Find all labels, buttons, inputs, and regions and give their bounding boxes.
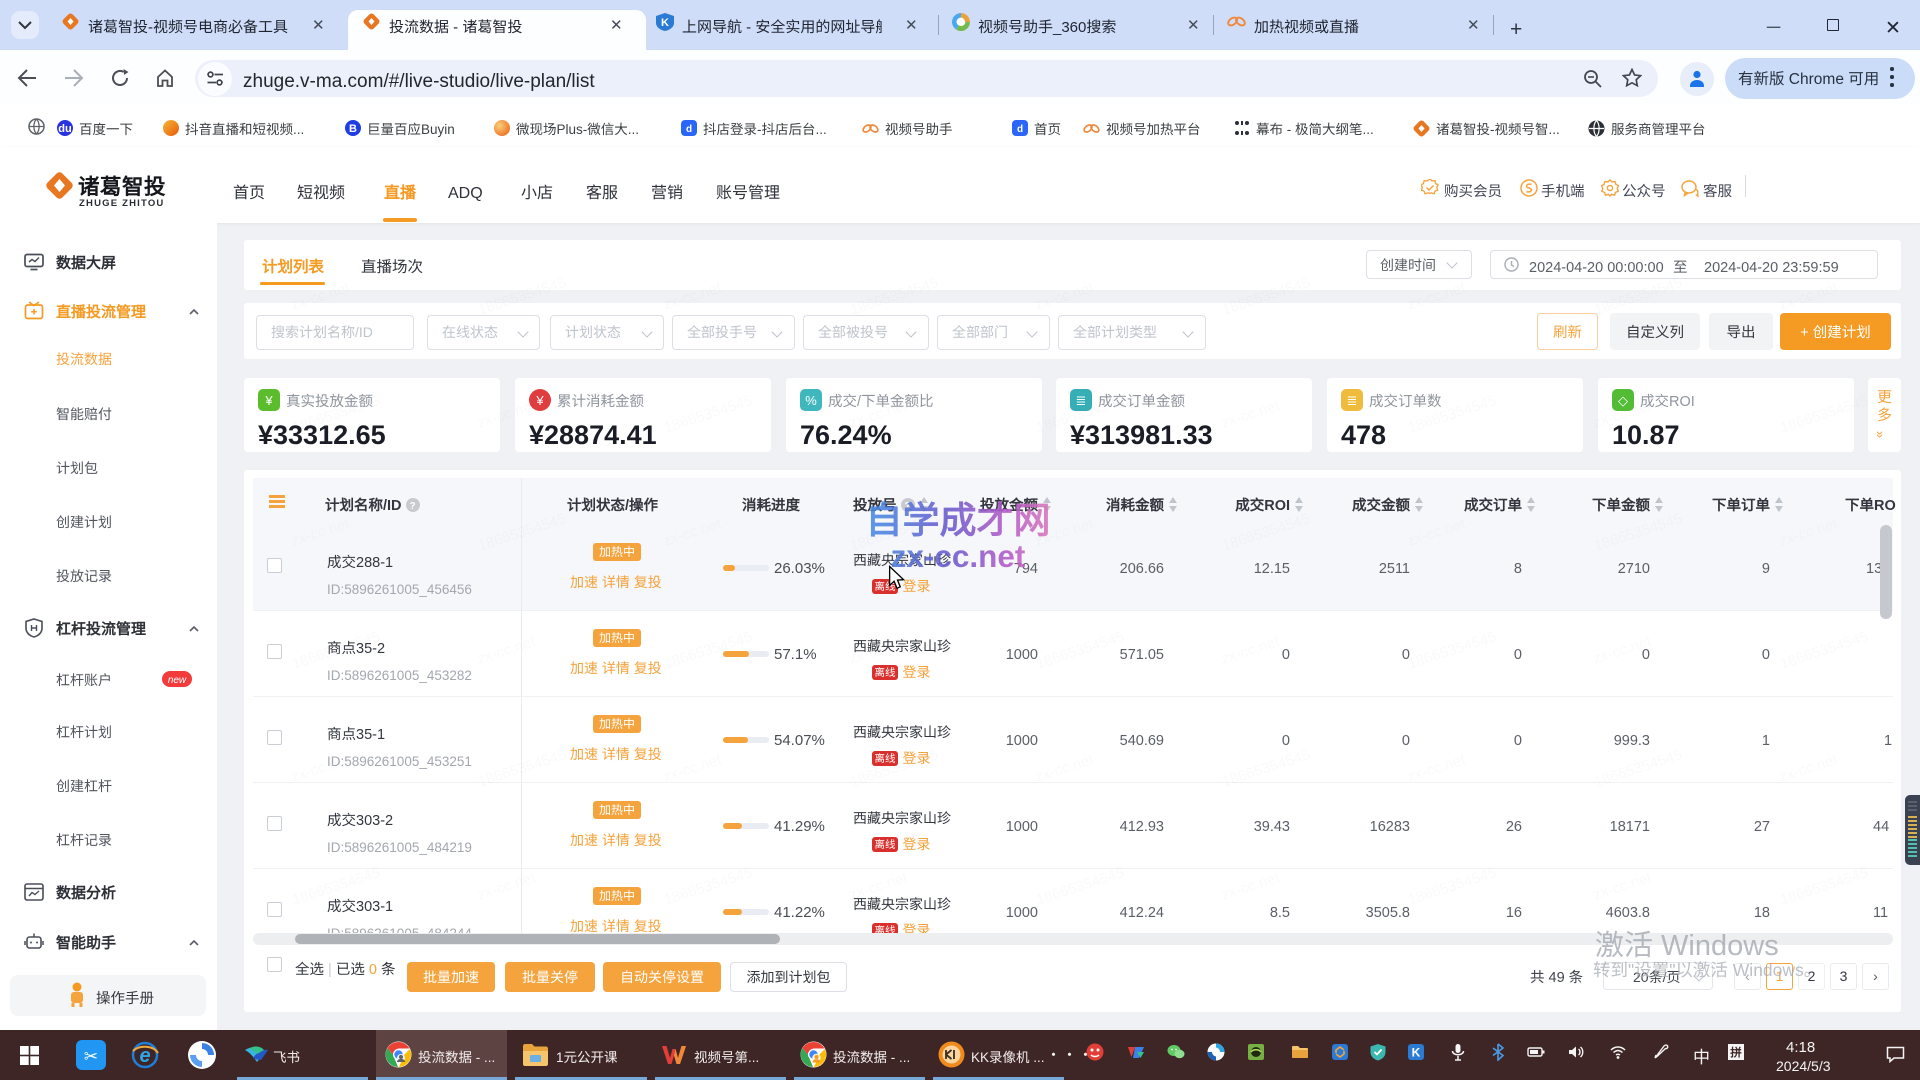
svg-text:K: K — [661, 14, 669, 30]
svg-text:K: K — [1412, 1044, 1421, 1061]
svg-text:e: e — [139, 1041, 150, 1068]
svg-text:拼: 拼 — [1730, 1045, 1742, 1061]
